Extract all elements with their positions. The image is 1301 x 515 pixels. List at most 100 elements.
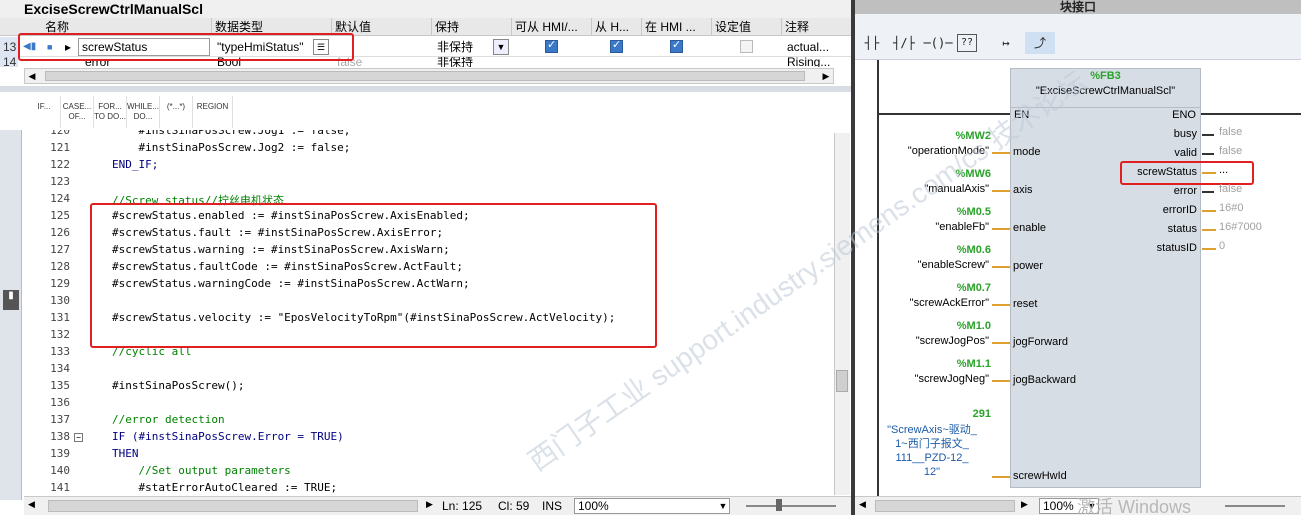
scroll-right-icon[interactable]: ▶ (426, 499, 433, 510)
scroll-right-icon[interactable]: ▶ (1021, 499, 1028, 510)
code-line[interactable]: IF (#instSinaPosScrew.Error = TRUE) (112, 430, 344, 443)
comment-field[interactable]: Rising... (784, 57, 834, 67)
expand-icon[interactable]: ▸ (62, 37, 76, 57)
col-hmi-access[interactable]: 可从 HMI/... (512, 18, 592, 36)
input-address[interactable]: %MW6 (895, 168, 991, 180)
output-value[interactable]: 16#0 (1219, 202, 1243, 214)
input-address[interactable]: %M0.6 (895, 244, 991, 256)
comment-button[interactable]: (*...*) (160, 96, 193, 128)
region-button[interactable]: REGION (193, 96, 233, 128)
code-vscrollbar[interactable] (834, 133, 850, 495)
retain-value[interactable]: 非保持 (434, 57, 494, 67)
output-value[interactable]: 0 (1219, 240, 1225, 252)
code-line[interactable]: #screwStatus.warning := #instSinaPosScre… (112, 243, 450, 256)
code-line[interactable]: #instSinaPosScrew.Jog1 := false; (112, 130, 350, 137)
if-button[interactable]: IF... (28, 96, 61, 128)
scroll-left-icon[interactable]: ◀ (28, 499, 35, 510)
col-name[interactable]: 名称 (42, 18, 212, 36)
default-field[interactable]: false (334, 57, 394, 67)
case-button[interactable]: CASE... OF... (61, 96, 94, 128)
input-operand[interactable]: "enableScrew" (875, 259, 989, 271)
fold-toggle-icon[interactable]: − (74, 433, 83, 442)
retain-value[interactable]: 非保持 (434, 37, 494, 57)
name-field[interactable]: error (82, 57, 182, 67)
scroll-left-icon[interactable]: ◀ (25, 69, 39, 83)
output-value[interactable]: ... (1219, 164, 1228, 176)
code-line[interactable]: #screwStatus.fault := #instSinaPosScrew.… (112, 226, 443, 239)
hmi-access-checkbox[interactable] (545, 38, 558, 53)
col-default[interactable]: 默认值 (332, 18, 432, 36)
empty-box-icon[interactable]: ?? (957, 34, 977, 52)
setpoint-checkbox[interactable] (740, 40, 753, 53)
code-line[interactable]: #instSinaPosScrew(); (112, 379, 244, 392)
col-retain[interactable]: 保持 (432, 18, 512, 36)
input-address[interactable]: %M0.7 (895, 282, 991, 294)
chevron-down-icon[interactable]: ▼ (493, 39, 509, 55)
input-operand[interactable]: "screwJogPos" (875, 335, 989, 347)
input-address[interactable]: %M1.0 (895, 320, 991, 332)
col-hmi-writable[interactable]: 从 H... (592, 18, 642, 36)
hwid-address[interactable]: 291 (895, 408, 991, 420)
table-row[interactable]: 14 error Bool false 非保持 Rising... (0, 57, 851, 67)
code-line[interactable]: #screwStatus.faultCode := #instSinaPosSc… (112, 260, 463, 273)
datatype-browse-icon[interactable]: ☰ (313, 39, 329, 55)
scroll-thumb[interactable] (836, 370, 848, 392)
open-branch-icon[interactable]: ↦ (991, 32, 1021, 54)
output-value[interactable]: false (1219, 126, 1242, 138)
zoom-slider-thumb[interactable] (776, 499, 782, 511)
zoom-slider[interactable] (1225, 505, 1285, 507)
table-hscrollbar[interactable]: ◀ ▶ (24, 68, 834, 84)
input-address[interactable]: %M0.5 (895, 206, 991, 218)
code-line[interactable]: //cyclic all (112, 345, 191, 358)
scroll-thumb[interactable] (45, 71, 805, 81)
col-datatype[interactable]: 数据类型 (212, 18, 332, 36)
scroll-right-icon[interactable]: ▶ (819, 69, 833, 83)
code-line[interactable]: //Set output parameters (112, 464, 290, 477)
splitter[interactable] (0, 86, 851, 92)
table-row[interactable]: 13 ◀▮ ■ ▸ screwStatus "typeHmiStatus" ☰ … (0, 37, 851, 57)
scroll-thumb[interactable] (48, 500, 418, 512)
col-setpoint[interactable]: 设定值 (712, 18, 782, 36)
hmi-writable-checkbox[interactable] (610, 38, 623, 53)
side-tab-strip[interactable]: ▮ (0, 130, 22, 500)
no-contact-icon[interactable]: ┤├ (857, 32, 887, 54)
close-branch-icon[interactable]: ⤴ (1025, 32, 1055, 54)
code-editor[interactable]: 120 #instSinaPosScrew.Jog1 := false; 121 … (40, 130, 832, 496)
col-hmi-visible[interactable]: 在 HMI ... (642, 18, 712, 36)
chevron-down-icon[interactable]: ▼ (716, 498, 730, 514)
output-value[interactable]: 16#7000 (1219, 221, 1262, 233)
input-operand[interactable]: "screwAckError" (875, 297, 989, 309)
zoom-select[interactable]: 100% (574, 498, 730, 514)
input-operand[interactable]: "screwJogNeg" (875, 373, 989, 385)
input-address[interactable]: %MW2 (895, 130, 991, 142)
code-line[interactable]: #screwStatus.warningCode := #instSinaPos… (112, 277, 470, 290)
input-operand[interactable]: "manualAxis" (875, 183, 989, 195)
code-line[interactable]: END_IF; (112, 158, 158, 171)
datatype-field[interactable]: Bool (214, 57, 294, 67)
output-value[interactable]: false (1219, 145, 1242, 157)
code-line[interactable]: #screwStatus.enabled := #instSinaPosScre… (112, 209, 470, 222)
scroll-thumb[interactable] (875, 500, 1015, 512)
zoom-slider[interactable] (746, 505, 836, 507)
datatype-field[interactable]: "typeHmiStatus" (214, 37, 314, 57)
code-line[interactable]: #statErrorAutoCleared := TRUE; (112, 481, 337, 494)
output-value[interactable]: false (1219, 183, 1242, 195)
for-button[interactable]: FOR... TO DO... (94, 96, 127, 128)
col-comment[interactable]: 注释 (782, 18, 851, 36)
comment-field[interactable]: actual... (784, 37, 834, 57)
hmi-visible-checkbox[interactable] (670, 38, 683, 53)
side-tab[interactable]: ▮ (3, 290, 19, 310)
name-field[interactable]: screwStatus (78, 38, 210, 56)
code-line[interactable]: #instSinaPosScrew.Jog2 := false; (112, 141, 350, 154)
nc-contact-icon[interactable]: ┤/├ (889, 32, 919, 54)
code-line[interactable]: //Screw status//拧丝电机状态 (112, 192, 284, 208)
code-line[interactable]: THEN (112, 447, 139, 460)
coil-icon[interactable]: ─()─ (923, 32, 953, 54)
hwid-operand[interactable]: "ScrewAxis~驱动_ 1~西门子报文_ 111__PZD-12_ 12" (873, 423, 991, 479)
code-line[interactable]: #screwStatus.velocity := "EposVelocityTo… (112, 311, 615, 324)
input-operand[interactable]: "enableFb" (875, 221, 989, 233)
input-address[interactable]: %M1.1 (895, 358, 991, 370)
scroll-left-icon[interactable]: ◀ (859, 499, 866, 510)
input-operand[interactable]: "operationMode" (875, 145, 989, 157)
code-line[interactable]: //error detection (112, 413, 225, 426)
